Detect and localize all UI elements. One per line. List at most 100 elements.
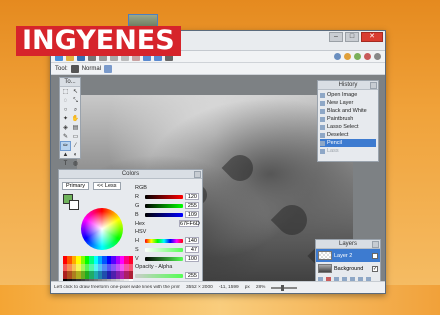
hue-value[interactable]: 140: [185, 237, 199, 244]
lasso-icon[interactable]: ◌: [61, 97, 70, 105]
zoom-level[interactable]: 28%: [256, 285, 266, 290]
history-item[interactable]: Open Image: [320, 91, 376, 99]
maximize-button[interactable]: □: [345, 32, 359, 42]
layers-close-button[interactable]: [372, 241, 379, 248]
pan-icon[interactable]: ✋: [71, 115, 80, 123]
hex-value[interactable]: 67FF6D: [179, 220, 200, 227]
layer-row-selected[interactable]: Layer 2 ✓: [316, 249, 380, 262]
layer-visibility-checkbox[interactable]: ✓: [372, 265, 378, 272]
saturation-label: S: [135, 246, 139, 253]
unit-select[interactable]: px: [245, 285, 250, 290]
tools-panel: To... ⬚ ↖ ◌ ⤡ ○ ⌕ ✦ ✋ ◈ ▤ ✎ ▭ ✏ ⁄ ▲ ◐ T …: [59, 77, 81, 167]
move-icon[interactable]: ↖: [71, 88, 80, 96]
layers-toggle-icon[interactable]: [354, 53, 361, 60]
shape-icon[interactable]: ◍: [71, 160, 80, 168]
secondary-color-swatch[interactable]: [69, 200, 79, 210]
history-item[interactable]: Deselect: [320, 131, 376, 139]
layer-thumbnail: [318, 264, 332, 273]
opacity-value[interactable]: 255: [185, 272, 199, 279]
text-icon[interactable]: T: [61, 160, 70, 168]
layer-visibility-checkbox[interactable]: ✓: [372, 252, 378, 259]
palette-swatch[interactable]: [128, 263, 133, 271]
close-button[interactable]: ✕: [361, 32, 383, 42]
pencil-icon[interactable]: [70, 64, 79, 73]
green-value[interactable]: 255: [185, 202, 199, 209]
new-layer-icon: [320, 100, 325, 106]
blue-label: B: [135, 211, 139, 218]
blue-value[interactable]: 109: [185, 211, 199, 218]
saturation-slider[interactable]: [145, 247, 183, 252]
magic-wand-icon[interactable]: ✦: [61, 115, 70, 123]
palette-swatch[interactable]: [128, 271, 133, 279]
window-controls: – □ ✕: [329, 32, 383, 42]
history-item-undone[interactable]: Lass: [320, 147, 376, 155]
history-panel-title: History: [318, 81, 378, 90]
history-item[interactable]: Black and White: [320, 107, 376, 115]
value-slider[interactable]: [145, 256, 183, 261]
zoom-icon[interactable]: ⌕: [71, 106, 80, 114]
value-row: V 100: [135, 254, 199, 263]
rgb-label: RGB: [135, 185, 147, 191]
history-toggle-icon[interactable]: [344, 53, 351, 60]
value-value[interactable]: 100: [185, 255, 199, 262]
opacity-slider[interactable]: [135, 273, 183, 278]
colors-panel: Colors Primary << Less RGB R 120 G 255 B: [58, 169, 203, 287]
colors-close-button[interactable]: [194, 171, 201, 178]
status-bar: Left click to draw freeform one-pixel wi…: [51, 281, 385, 293]
hex-label: Hex: [135, 220, 145, 227]
layer-thumbnail: [318, 251, 332, 260]
bucket-icon[interactable]: ◈: [61, 124, 70, 132]
red-value[interactable]: 120: [185, 193, 199, 200]
history-item[interactable]: Lasso Select: [320, 123, 376, 131]
color-wheel[interactable]: [81, 208, 123, 250]
tool-label: Tool:: [55, 65, 68, 72]
opacity-label: Opacity - Alpha: [135, 264, 173, 270]
zoom-slider[interactable]: [271, 284, 298, 291]
history-close-button[interactable]: [370, 82, 377, 89]
status-hint: Left click to draw freeform one-pixel wi…: [54, 285, 180, 290]
color-sliders: RGB R 120 G 255 B 109 Hex 67FF6D HSV H 1…: [135, 184, 200, 280]
history-item-selected[interactable]: Pencil: [320, 139, 376, 147]
colors-panel-title: Colors: [59, 170, 202, 179]
tools-toggle-icon[interactable]: [334, 53, 341, 60]
cursor-coords: -11, 1599: [218, 285, 239, 290]
green-slider[interactable]: [145, 203, 183, 208]
lasso-icon: [320, 148, 325, 154]
primary-select[interactable]: Primary: [62, 182, 89, 190]
blend-mode-select[interactable]: Normal: [82, 66, 101, 72]
tool-grid: ⬚ ↖ ◌ ⤡ ○ ⌕ ✦ ✋ ◈ ▤ ✎ ▭ ✏ ⁄ ▲ ◐ T ◍: [60, 87, 80, 169]
opacity-row: 255: [135, 271, 199, 280]
eraser-icon[interactable]: ▭: [71, 133, 80, 141]
red-slider[interactable]: [145, 194, 183, 199]
free-badge: INGYENES: [16, 26, 181, 56]
blue-row: B 109: [135, 210, 199, 219]
colors-toggle-icon[interactable]: [364, 53, 371, 60]
minimize-button[interactable]: –: [329, 32, 343, 42]
deselect-icon: [320, 132, 325, 138]
move-selection-icon[interactable]: ⤡: [71, 97, 80, 105]
history-panel: History Open Image New Layer Black and W…: [317, 80, 379, 162]
history-item[interactable]: New Layer: [320, 99, 376, 107]
layers-panel-title: Layers: [316, 240, 380, 249]
ellipse-select-icon[interactable]: ○: [61, 106, 70, 114]
colors-title: Colors: [121, 171, 140, 177]
hue-row: H 140: [135, 236, 199, 245]
layer-row[interactable]: Background ✓: [316, 262, 380, 275]
black-white-icon: [320, 108, 325, 114]
recolor-icon[interactable]: ◐: [71, 151, 80, 159]
hue-slider[interactable]: [145, 238, 183, 243]
hsv-label: HSV: [135, 229, 147, 235]
pencil-tool-icon[interactable]: ✏: [60, 141, 71, 151]
gradient-icon[interactable]: ▤: [71, 124, 80, 132]
blend-options-icon[interactable]: [104, 64, 113, 73]
stamp-icon[interactable]: ▲: [61, 151, 70, 159]
less-button[interactable]: << Less: [92, 182, 121, 190]
palette-swatch[interactable]: [128, 256, 133, 264]
settings-icon[interactable]: [374, 53, 381, 60]
saturation-value[interactable]: 47: [185, 246, 199, 253]
rect-select-icon[interactable]: ⬚: [61, 88, 70, 96]
blue-slider[interactable]: [145, 212, 183, 217]
brush-icon[interactable]: ✎: [61, 133, 70, 141]
picker-icon[interactable]: ⁄: [71, 142, 80, 150]
history-item[interactable]: Paintbrush: [320, 115, 376, 123]
